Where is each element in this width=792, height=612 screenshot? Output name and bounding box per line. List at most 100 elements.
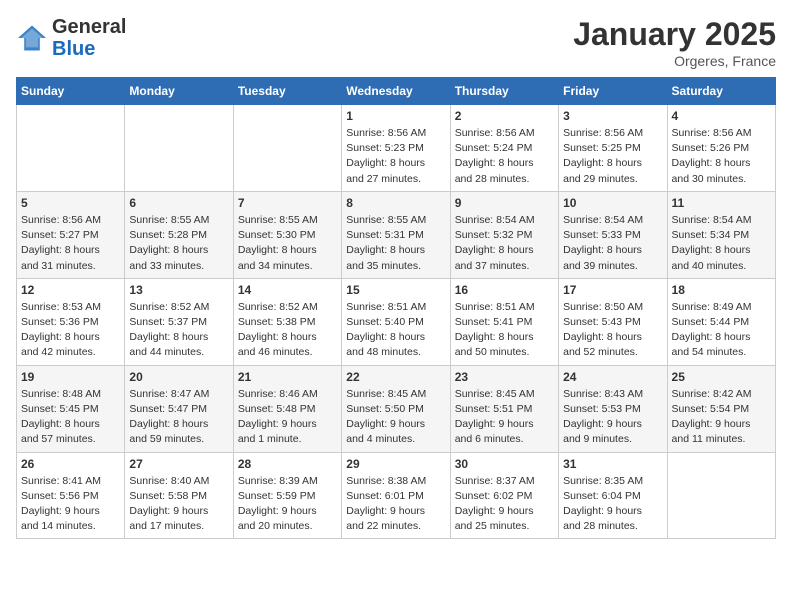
day-number: 31	[563, 457, 662, 471]
day-number: 18	[672, 283, 771, 297]
calendar-week-row: 12 Sunrise: 8:53 AM Sunset: 5:36 PM Dayli…	[17, 278, 776, 365]
calendar-cell: 2Sunrise: 8:56 AM Sunset: 5:24 PM Daylig…	[450, 105, 558, 192]
calendar-cell: 29Sunrise: 8:38 AM Sunset: 6:01 PM Dayli…	[342, 452, 450, 539]
calendar-cell: 24 Sunrise: 8:43 AM Sunset: 5:53 PM Dayli…	[559, 365, 667, 452]
day-content: Sunrise: 8:52 AM Sunset: 5:38 PM Dayligh…	[238, 300, 337, 361]
day-number: 26	[21, 457, 120, 471]
day-content: Sunrise: 8:56 AM Sunset: 5:23 PM Dayligh…	[346, 126, 445, 187]
day-content: Sunrise: 8:56 AM Sunset: 5:27 PM Dayligh…	[21, 213, 120, 274]
day-content: Sunrise: 8:54 AM Sunset: 5:34 PM Dayligh…	[672, 213, 771, 274]
calendar-cell: 25Sunrise: 8:42 AM Sunset: 5:54 PM Dayli…	[667, 365, 775, 452]
weekday-header: Friday	[559, 78, 667, 105]
day-content: Sunrise: 8:40 AM Sunset: 5:58 PM Dayligh…	[129, 474, 228, 535]
calendar-cell: 17 Sunrise: 8:50 AM Sunset: 5:43 PM Dayli…	[559, 278, 667, 365]
day-number: 15	[346, 283, 445, 297]
calendar-cell: 6 Sunrise: 8:55 AM Sunset: 5:28 PM Daylig…	[125, 191, 233, 278]
calendar-cell: 4 Sunrise: 8:56 AM Sunset: 5:26 PM Daylig…	[667, 105, 775, 192]
logo-text: General Blue	[52, 16, 126, 60]
day-content: Sunrise: 8:45 AM Sunset: 5:50 PM Dayligh…	[346, 387, 445, 448]
calendar-cell: 10 Sunrise: 8:54 AM Sunset: 5:33 PM Dayli…	[559, 191, 667, 278]
title-block: January 2025 Orgeres, France	[573, 16, 776, 69]
calendar-cell	[233, 105, 341, 192]
weekday-header: Tuesday	[233, 78, 341, 105]
calendar-cell: 31 Sunrise: 8:35 AM Sunset: 6:04 PM Dayli…	[559, 452, 667, 539]
day-number: 6	[129, 196, 228, 210]
day-number: 2	[455, 109, 554, 123]
day-number: 24	[563, 370, 662, 384]
day-number: 17	[563, 283, 662, 297]
calendar-cell: 14 Sunrise: 8:52 AM Sunset: 5:38 PM Dayli…	[233, 278, 341, 365]
calendar-table: SundayMondayTuesdayWednesdayThursdayFrid…	[16, 77, 776, 539]
day-content: Sunrise: 8:37 AM Sunset: 6:02 PM Dayligh…	[455, 474, 554, 535]
calendar-cell: 30 Sunrise: 8:37 AM Sunset: 6:02 PM Dayli…	[450, 452, 558, 539]
weekday-header: Saturday	[667, 78, 775, 105]
day-number: 7	[238, 196, 337, 210]
day-content: Sunrise: 8:43 AM Sunset: 5:53 PM Dayligh…	[563, 387, 662, 448]
day-content: Sunrise: 8:42 AM Sunset: 5:54 PM Dayligh…	[672, 387, 771, 448]
day-number: 8	[346, 196, 445, 210]
day-number: 3	[563, 109, 662, 123]
day-content: Sunrise: 8:39 AM Sunset: 5:59 PM Dayligh…	[238, 474, 337, 535]
day-content: Sunrise: 8:35 AM Sunset: 6:04 PM Dayligh…	[563, 474, 662, 535]
calendar-cell: 27 Sunrise: 8:40 AM Sunset: 5:58 PM Dayli…	[125, 452, 233, 539]
calendar-cell: 21Sunrise: 8:46 AM Sunset: 5:48 PM Dayli…	[233, 365, 341, 452]
day-content: Sunrise: 8:45 AM Sunset: 5:51 PM Dayligh…	[455, 387, 554, 448]
calendar-cell: 8Sunrise: 8:55 AM Sunset: 5:31 PM Daylig…	[342, 191, 450, 278]
calendar-cell: 22 Sunrise: 8:45 AM Sunset: 5:50 PM Dayli…	[342, 365, 450, 452]
day-number: 20	[129, 370, 228, 384]
day-number: 27	[129, 457, 228, 471]
day-number: 13	[129, 283, 228, 297]
calendar-cell: 13Sunrise: 8:52 AM Sunset: 5:37 PM Dayli…	[125, 278, 233, 365]
calendar-cell: 11Sunrise: 8:54 AM Sunset: 5:34 PM Dayli…	[667, 191, 775, 278]
day-content: Sunrise: 8:54 AM Sunset: 5:33 PM Dayligh…	[563, 213, 662, 274]
day-number: 14	[238, 283, 337, 297]
day-content: Sunrise: 8:54 AM Sunset: 5:32 PM Dayligh…	[455, 213, 554, 274]
day-content: Sunrise: 8:51 AM Sunset: 5:41 PM Dayligh…	[455, 300, 554, 361]
day-content: Sunrise: 8:49 AM Sunset: 5:44 PM Dayligh…	[672, 300, 771, 361]
day-number: 1	[346, 109, 445, 123]
page-header: General Blue January 2025 Orgeres, Franc…	[16, 16, 776, 69]
day-content: Sunrise: 8:48 AM Sunset: 5:45 PM Dayligh…	[21, 387, 120, 448]
calendar-cell: 3 Sunrise: 8:56 AM Sunset: 5:25 PM Daylig…	[559, 105, 667, 192]
day-content: Sunrise: 8:41 AM Sunset: 5:56 PM Dayligh…	[21, 474, 120, 535]
day-content: Sunrise: 8:50 AM Sunset: 5:43 PM Dayligh…	[563, 300, 662, 361]
weekday-header: Thursday	[450, 78, 558, 105]
weekday-header: Sunday	[17, 78, 125, 105]
day-number: 4	[672, 109, 771, 123]
calendar-cell: 12 Sunrise: 8:53 AM Sunset: 5:36 PM Dayli…	[17, 278, 125, 365]
calendar-week-row: 1 Sunrise: 8:56 AM Sunset: 5:23 PM Daylig…	[17, 105, 776, 192]
day-content: Sunrise: 8:53 AM Sunset: 5:36 PM Dayligh…	[21, 300, 120, 361]
logo-icon	[16, 24, 48, 52]
location: Orgeres, France	[573, 53, 776, 69]
calendar-cell: 16Sunrise: 8:51 AM Sunset: 5:41 PM Dayli…	[450, 278, 558, 365]
day-number: 10	[563, 196, 662, 210]
day-number: 12	[21, 283, 120, 297]
calendar-cell: 1 Sunrise: 8:56 AM Sunset: 5:23 PM Daylig…	[342, 105, 450, 192]
day-content: Sunrise: 8:56 AM Sunset: 5:26 PM Dayligh…	[672, 126, 771, 187]
calendar-body: 1 Sunrise: 8:56 AM Sunset: 5:23 PM Daylig…	[17, 105, 776, 539]
calendar-header-row: SundayMondayTuesdayWednesdayThursdayFrid…	[17, 78, 776, 105]
calendar-cell: 5Sunrise: 8:56 AM Sunset: 5:27 PM Daylig…	[17, 191, 125, 278]
calendar-cell: 28Sunrise: 8:39 AM Sunset: 5:59 PM Dayli…	[233, 452, 341, 539]
calendar-cell: 7 Sunrise: 8:55 AM Sunset: 5:30 PM Daylig…	[233, 191, 341, 278]
day-content: Sunrise: 8:47 AM Sunset: 5:47 PM Dayligh…	[129, 387, 228, 448]
calendar-cell	[667, 452, 775, 539]
calendar-cell: 9 Sunrise: 8:54 AM Sunset: 5:32 PM Daylig…	[450, 191, 558, 278]
day-content: Sunrise: 8:55 AM Sunset: 5:30 PM Dayligh…	[238, 213, 337, 274]
calendar-week-row: 26 Sunrise: 8:41 AM Sunset: 5:56 PM Dayli…	[17, 452, 776, 539]
weekday-header: Monday	[125, 78, 233, 105]
day-number: 30	[455, 457, 554, 471]
calendar-cell: 19Sunrise: 8:48 AM Sunset: 5:45 PM Dayli…	[17, 365, 125, 452]
month-title: January 2025	[573, 16, 776, 53]
day-content: Sunrise: 8:55 AM Sunset: 5:28 PM Dayligh…	[129, 213, 228, 274]
day-number: 9	[455, 196, 554, 210]
calendar-cell: 15Sunrise: 8:51 AM Sunset: 5:40 PM Dayli…	[342, 278, 450, 365]
calendar-cell: 18 Sunrise: 8:49 AM Sunset: 5:44 PM Dayli…	[667, 278, 775, 365]
calendar-cell: 23 Sunrise: 8:45 AM Sunset: 5:51 PM Dayli…	[450, 365, 558, 452]
day-number: 22	[346, 370, 445, 384]
day-content: Sunrise: 8:38 AM Sunset: 6:01 PM Dayligh…	[346, 474, 445, 535]
calendar-cell	[125, 105, 233, 192]
day-content: Sunrise: 8:56 AM Sunset: 5:25 PM Dayligh…	[563, 126, 662, 187]
calendar-cell: 26 Sunrise: 8:41 AM Sunset: 5:56 PM Dayli…	[17, 452, 125, 539]
day-number: 23	[455, 370, 554, 384]
